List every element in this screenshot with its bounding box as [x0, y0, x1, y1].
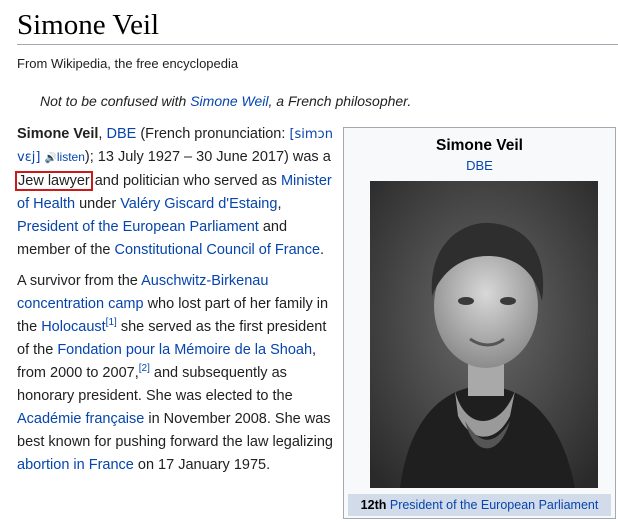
link-constitutional-council[interactable]: Constitutional Council of France	[115, 242, 321, 258]
link-holocaust[interactable]: Holocaust	[41, 319, 105, 335]
infobox-link-president-european-parliament[interactable]: President of the European Parliament	[390, 498, 598, 512]
reference-2[interactable]: [2]	[139, 363, 150, 374]
intro-paragraph: Simone Veil, DBE (French pronunciation: …	[15, 123, 335, 262]
text: and politician who served as	[90, 173, 281, 189]
text: .	[320, 242, 325, 258]
text: A survivor from the	[17, 273, 142, 289]
link-fondation-shoah[interactable]: Fondation pour la Mémoire de la Shoah	[57, 342, 312, 358]
infobox-link-dbe[interactable]: DBE	[466, 158, 493, 173]
text: ); 13 July 1927 – 30 June 2017) was a	[84, 149, 331, 165]
infobox-office-header: 12th President of the European Parliamen…	[348, 494, 611, 516]
highlighted-phrase: Jew lawyer	[15, 171, 93, 191]
speaker-icon[interactable]: 🔊	[44, 147, 56, 170]
portrait-photo[interactable]	[370, 181, 598, 488]
text: (French pronunciation:	[136, 126, 290, 142]
second-paragraph: A survivor from the Auschwitz-Birkenau c…	[17, 270, 335, 477]
title-divider	[17, 44, 618, 45]
infobox-title: Simone Veil	[435, 137, 523, 154]
subject-name: Simone Veil	[17, 126, 99, 142]
text: ,	[277, 196, 282, 212]
link-valery-giscard-destaing[interactable]: Valéry Giscard d'Estaing	[120, 196, 277, 212]
link-abortion-in-france[interactable]: abortion in France	[17, 457, 134, 473]
text: under	[75, 196, 121, 212]
article-body: Simone Veil, DBE (French pronunciation: …	[15, 123, 335, 485]
link-president-european-parliament[interactable]: President of the European Parliament	[17, 219, 259, 235]
infobox-postnominal: DBE	[344, 158, 615, 173]
portrait-image	[370, 181, 598, 488]
office-ordinal: 12th	[360, 498, 387, 512]
page-title: Simone Veil	[17, 9, 160, 41]
infobox: Simone Veil DBE 12th President of the Eu…	[343, 127, 616, 519]
hatnote-text: , a French philosopher.	[268, 93, 412, 109]
link-dbe[interactable]: DBE	[106, 126, 136, 142]
site-tagline: From Wikipedia, the free encyclopedia	[17, 56, 239, 71]
link-listen[interactable]: listen	[57, 150, 85, 164]
link-academie-francaise[interactable]: Académie française	[17, 411, 144, 427]
reference-1[interactable]: [1]	[106, 317, 117, 328]
hatnote-link-simone-weil[interactable]: Simone Weil	[190, 93, 268, 109]
hatnote: Not to be confused with Simone Weil, a F…	[40, 91, 411, 111]
text: on 17 January 1975.	[133, 457, 271, 473]
hatnote-text: Not to be confused with	[40, 93, 191, 109]
